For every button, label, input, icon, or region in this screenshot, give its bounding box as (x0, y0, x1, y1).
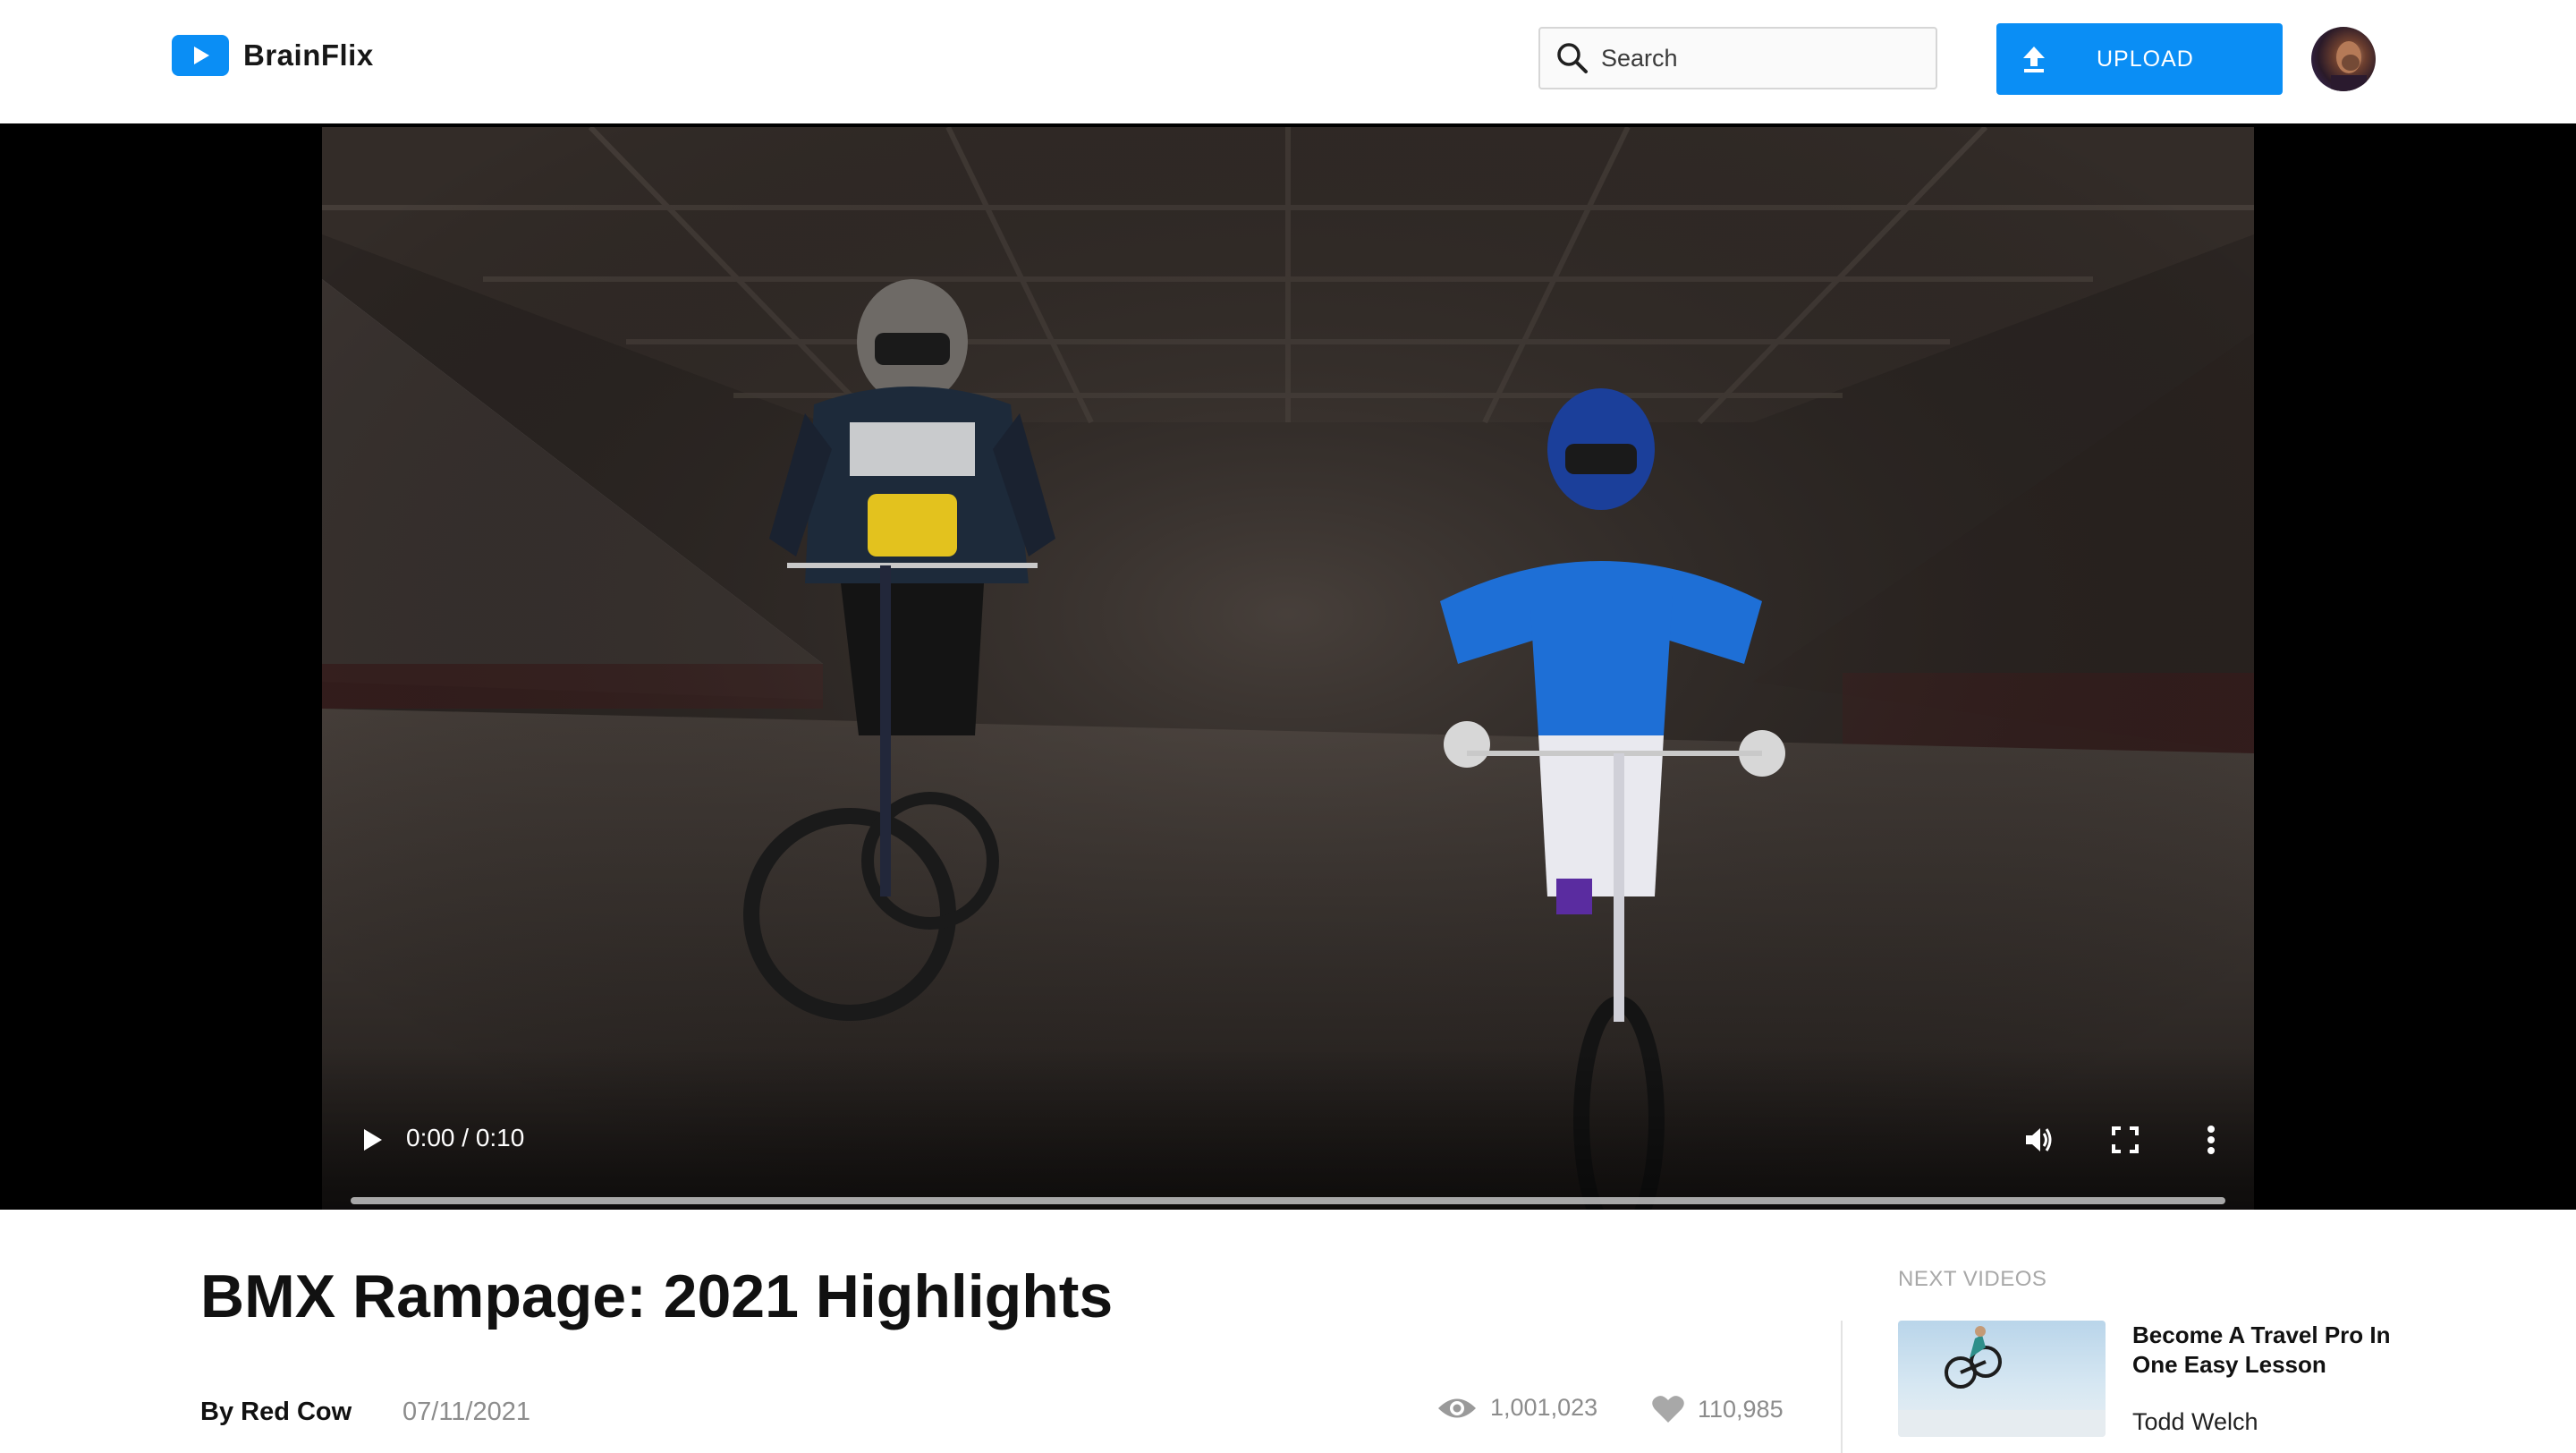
search-input[interactable] (1599, 43, 1925, 73)
next-video-item[interactable]: Become A Travel Pro In One Easy Lesson T… (1898, 1321, 2435, 1439)
volume-icon[interactable] (2021, 1122, 2057, 1158)
likes-count: 110,985 (1698, 1395, 1784, 1423)
upload-label: UPLOAD (2097, 46, 2194, 72)
video-title: BMX Rampage: 2021 Highlights (200, 1262, 1114, 1330)
video-poster (322, 127, 2254, 1210)
top-navigation: BrainFlix UPLOAD (0, 0, 2576, 123)
time-display: 0:00 / 0:10 (406, 1124, 525, 1151)
more-vertical-icon[interactable] (2193, 1122, 2229, 1158)
player-controls: 0:00 / 0:10 (322, 1049, 2254, 1210)
user-avatar[interactable] (2311, 27, 2376, 91)
play-icon (172, 35, 229, 76)
brainflix-logo[interactable]: BrainFlix (172, 34, 374, 77)
next-videos-heading: NEXT VIDEOS (1898, 1267, 2047, 1291)
views-count: 1,001,023 (1490, 1394, 1598, 1421)
upload-button[interactable]: UPLOAD (1996, 23, 2283, 95)
logo-text: BrainFlix (243, 38, 374, 72)
search-box[interactable] (1538, 27, 1937, 89)
next-video-author: Todd Welch (2132, 1408, 2258, 1435)
likes-stat[interactable]: 110,985 (1651, 1394, 1784, 1424)
video-player: 0:00 / 0:10 (0, 123, 2576, 1210)
views-stat: 1,001,023 (1436, 1394, 1597, 1422)
upload-icon (2020, 41, 2048, 77)
video-frame[interactable]: 0:00 / 0:10 (322, 127, 2254, 1210)
fullscreen-icon[interactable] (2107, 1122, 2143, 1158)
eye-icon (1436, 1395, 1478, 1422)
video-date: 07/11/2021 (402, 1398, 530, 1426)
content-divider (1841, 1321, 1843, 1453)
heart-icon[interactable] (1651, 1394, 1685, 1424)
play-icon[interactable] (354, 1122, 390, 1158)
search-icon (1555, 40, 1590, 76)
next-video-thumbnail[interactable] (1898, 1321, 2106, 1437)
progress-bar[interactable] (351, 1197, 2225, 1204)
next-video-title[interactable]: Become A Travel Pro In One Easy Lesson (2132, 1321, 2419, 1380)
video-author: By Red Cow (200, 1398, 352, 1426)
